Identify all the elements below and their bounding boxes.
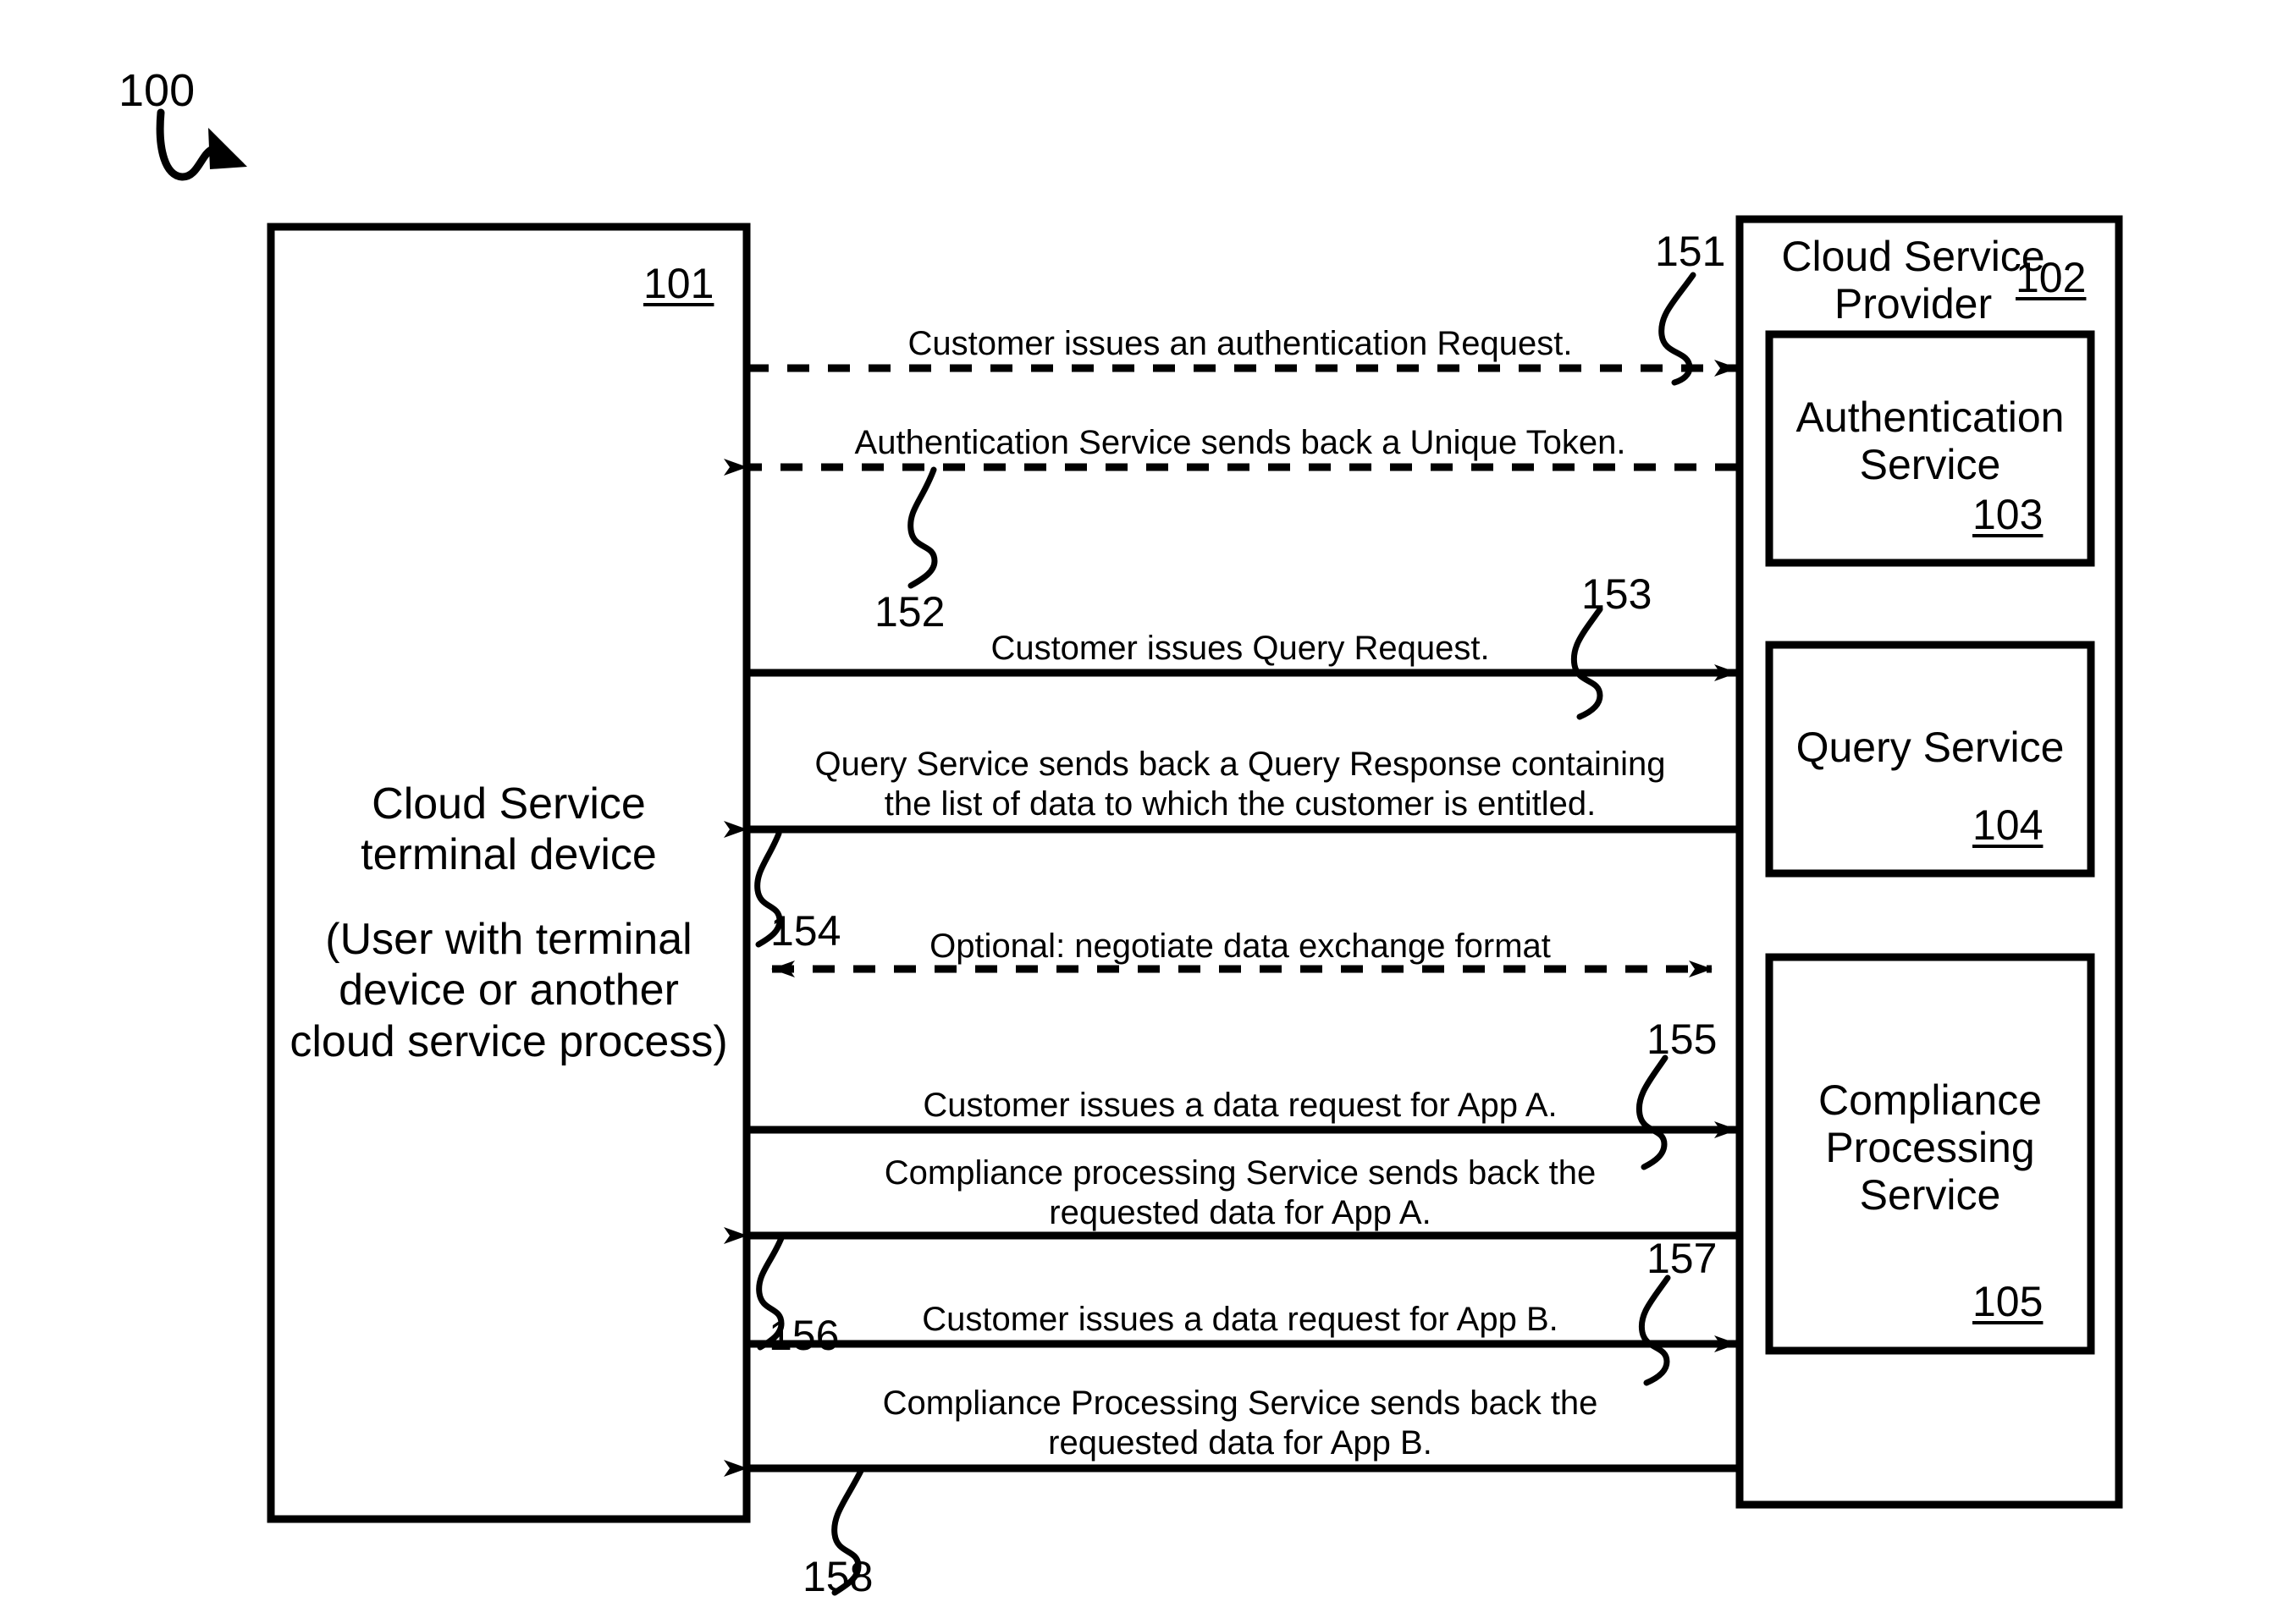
terminal-device-subtitle: (User with terminal device or another cl… xyxy=(290,915,728,1066)
authentication-service-label: Authentication Service xyxy=(1795,394,2065,488)
message-label-158: Compliance Processing Service sends back… xyxy=(882,1385,1598,1462)
ref-number-102: 102 xyxy=(2016,254,2087,301)
query-service-label: Query Service xyxy=(1795,724,2065,771)
compliance-processing-service-label: Compliance Processing Service xyxy=(1817,1076,2042,1219)
terminal-device-title: Cloud Service terminal device xyxy=(361,779,657,880)
cloud-service-provider-title: Cloud Service Provider xyxy=(1781,233,2045,328)
ref-number-101: 101 xyxy=(643,260,714,307)
message-label-157: Customer issues a data request for App B… xyxy=(922,1301,1558,1338)
patent-figure-page: 100 101 Cloud Service terminal device (U… xyxy=(0,0,2278,1624)
message-label-optional: Optional: negotiate data exchange format xyxy=(929,928,1551,965)
ref-number-158: 158 xyxy=(803,1553,874,1600)
ref-number-152: 152 xyxy=(874,588,946,636)
figure-number: 100 xyxy=(119,65,196,116)
leader-152 xyxy=(907,466,938,589)
ref-number-104: 104 xyxy=(1972,801,2044,849)
ref-number-151: 151 xyxy=(1655,228,1726,275)
ref-number-155: 155 xyxy=(1646,1016,1718,1063)
ref-number-105: 105 xyxy=(1972,1278,2044,1325)
message-label-155: Customer issues a data request for App A… xyxy=(923,1087,1558,1124)
message-label-156: Compliance processing Service sends back… xyxy=(884,1154,1597,1232)
figure-lead-arrow-icon xyxy=(156,108,247,181)
ref-number-103: 103 xyxy=(1972,491,2044,538)
message-label-154: Query Service sends back a Query Respons… xyxy=(814,746,1666,823)
ref-number-153: 153 xyxy=(1581,570,1652,618)
message-label-152: Authentication Service sends back a Uniq… xyxy=(854,424,1626,461)
message-label-153: Customer issues Query Request. xyxy=(990,630,1490,667)
ref-number-157: 157 xyxy=(1646,1235,1718,1282)
message-label-151: Customer issues an authentication Reques… xyxy=(907,325,1573,362)
